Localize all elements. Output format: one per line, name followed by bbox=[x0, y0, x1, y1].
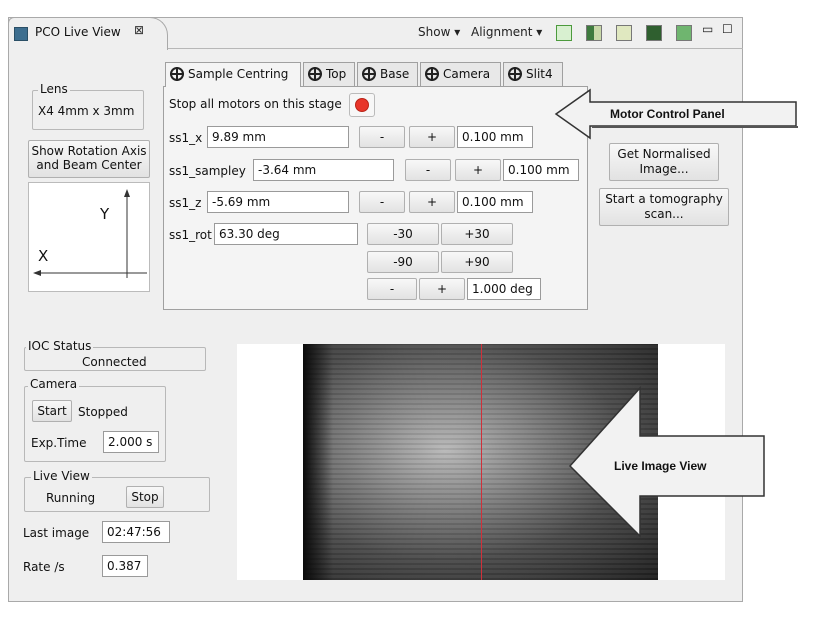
tab-label: Camera bbox=[443, 67, 491, 81]
crosshair-icon bbox=[508, 67, 522, 81]
ss1-z-position[interactable]: -5.69 mm bbox=[207, 191, 349, 213]
tab-label: Top bbox=[326, 67, 347, 81]
live-view-stop-button[interactable]: Stop bbox=[126, 486, 164, 508]
live-view-group-label: Live View bbox=[31, 469, 92, 483]
exp-time-field[interactable]: 2.000 s bbox=[103, 431, 159, 453]
last-image-value: 02:47:56 bbox=[102, 521, 170, 543]
crosshair-icon bbox=[308, 67, 322, 81]
crosshair-icon bbox=[362, 67, 376, 81]
ss1-sampley-step[interactable]: 0.100 mm bbox=[503, 159, 579, 181]
stop-icon bbox=[355, 98, 369, 112]
ss1-sampley-label: ss1_sampley bbox=[169, 164, 246, 178]
ss1-rot-minus-button[interactable]: - bbox=[367, 278, 417, 300]
ss1-x-plus-button[interactable]: + bbox=[409, 126, 455, 148]
lens-value: X4 4mm x 3mm bbox=[38, 104, 135, 118]
ss1-x-minus-button[interactable]: - bbox=[359, 126, 405, 148]
show-rotation-axis-button[interactable]: Show Rotation Axis and Beam Center bbox=[28, 140, 150, 178]
tab-label: Base bbox=[380, 67, 410, 81]
export-icon[interactable] bbox=[616, 25, 632, 41]
image-icon[interactable] bbox=[646, 25, 662, 41]
ioc-status-value: Connected bbox=[82, 355, 147, 369]
live-callout-label: Live Image View bbox=[614, 459, 707, 473]
view-title: PCO Live View bbox=[35, 25, 121, 39]
pco-camera-icon bbox=[14, 27, 28, 41]
tab-base[interactable]: Base bbox=[357, 62, 418, 86]
ss1-z-plus-button[interactable]: + bbox=[409, 191, 455, 213]
lens-group-label: Lens bbox=[38, 82, 70, 96]
rate-value: 0.387 bbox=[102, 555, 148, 577]
camera-group-label: Camera bbox=[28, 377, 80, 391]
image-left-shadow bbox=[303, 344, 333, 580]
ss1-rot-plus-button[interactable]: + bbox=[419, 278, 465, 300]
tab-top[interactable]: Top bbox=[303, 62, 355, 86]
exp-time-label: Exp.Time bbox=[31, 436, 87, 450]
camera-state: Stopped bbox=[78, 405, 128, 419]
last-image-label: Last image bbox=[23, 526, 90, 540]
tab-camera[interactable]: Camera bbox=[420, 62, 501, 86]
close-view-icon[interactable]: ⊠ bbox=[134, 23, 144, 37]
tab-label: Slit4 bbox=[526, 67, 553, 81]
minimize-icon[interactable]: ▭ bbox=[702, 22, 713, 36]
ss1-rot-position[interactable]: 63.30 deg bbox=[214, 223, 358, 245]
histogram-icon[interactable] bbox=[676, 25, 692, 41]
ioc-status-label: IOC Status bbox=[26, 339, 94, 353]
ss1-x-step[interactable]: 0.100 mm bbox=[457, 126, 533, 148]
camera-start-button[interactable]: Start bbox=[32, 400, 72, 422]
ss1-sampley-minus-button[interactable]: - bbox=[405, 159, 451, 181]
rate-label: Rate /s bbox=[23, 560, 65, 574]
maximize-icon[interactable]: ☐ bbox=[722, 22, 733, 36]
ss1-z-step[interactable]: 0.100 mm bbox=[457, 191, 533, 213]
axis-lines-icon bbox=[33, 189, 147, 278]
ss1-rot-plus30-button[interactable]: +30 bbox=[441, 223, 513, 245]
beam-center-line bbox=[481, 344, 482, 580]
stop-all-motors-button[interactable] bbox=[349, 93, 375, 117]
ss1-rot-step[interactable]: 1.000 deg bbox=[467, 278, 541, 300]
start-tomography-scan-button[interactable]: Start a tomography scan... bbox=[599, 188, 729, 226]
rotation-axis-preview bbox=[28, 182, 150, 292]
y-axis-label: Y bbox=[100, 205, 110, 223]
ss1-z-minus-button[interactable]: - bbox=[359, 191, 405, 213]
show-menu[interactable]: Show ▾ bbox=[418, 25, 460, 39]
crosshair-icon bbox=[170, 67, 184, 81]
get-normalised-image-button[interactable]: Get Normalised Image... bbox=[609, 143, 719, 181]
ss1-sampley-position[interactable]: -3.64 mm bbox=[253, 159, 394, 181]
tab-slit4[interactable]: Slit4 bbox=[503, 62, 563, 86]
crosshair-icon bbox=[425, 67, 439, 81]
ss1-rot-minus90-button[interactable]: -90 bbox=[367, 251, 439, 273]
ss1-sampley-plus-button[interactable]: + bbox=[455, 159, 501, 181]
alignment-menu[interactable]: Alignment ▾ bbox=[471, 25, 542, 39]
tab-sample-centring[interactable]: Sample Centring bbox=[165, 62, 301, 87]
ss1-x-label: ss1_x bbox=[169, 131, 203, 145]
ss1-rot-plus90-button[interactable]: +90 bbox=[441, 251, 513, 273]
ss1-rot-label: ss1_rot bbox=[169, 228, 212, 242]
ss1-x-position[interactable]: 9.89 mm bbox=[207, 126, 349, 148]
stop-all-label: Stop all motors on this stage bbox=[169, 97, 342, 111]
x-axis-label: X bbox=[38, 247, 49, 265]
ss1-rot-minus30-button[interactable]: -30 bbox=[367, 223, 439, 245]
ss1-z-label: ss1_z bbox=[169, 196, 202, 210]
expand-icon[interactable] bbox=[556, 25, 572, 41]
motor-callout-label: Motor Control Panel bbox=[610, 107, 725, 121]
live-view-state: Running bbox=[46, 491, 96, 505]
split-view-icon[interactable] bbox=[586, 25, 602, 41]
tab-label: Sample Centring bbox=[188, 67, 289, 81]
